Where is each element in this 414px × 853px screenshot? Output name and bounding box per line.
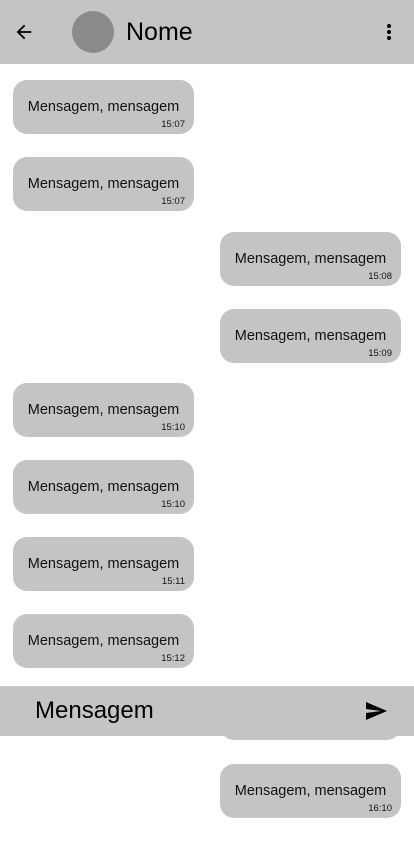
message-time: 15:10 — [161, 422, 185, 433]
message-text: Mensagem, mensagem — [27, 99, 180, 115]
more-options-button[interactable] — [376, 19, 402, 45]
message-time: 15:07 — [161, 119, 185, 130]
chat-screen: Nome Mensagem, mensagem 15:07 Mensagem, … — [0, 0, 414, 853]
message-bubble-received[interactable]: Mensagem, mensagem 15:11 — [13, 537, 194, 591]
avatar[interactable] — [72, 11, 114, 53]
send-icon — [366, 702, 387, 720]
message-bubble-received[interactable]: Mensagem, mensagem 15:07 — [13, 157, 194, 211]
message-time: 15:09 — [368, 348, 392, 359]
message-bubble-received[interactable]: Mensagem, mensagem 15:12 — [13, 614, 194, 668]
message-time: 15:10 — [161, 499, 185, 510]
message-text: Mensagem, mensagem — [234, 783, 387, 799]
arrow-left-icon — [16, 24, 32, 40]
contact-name[interactable]: Nome — [126, 17, 193, 47]
message-input[interactable]: Mensagem — [35, 696, 154, 726]
message-bubble-sent[interactable]: Mensagem, mensagem 15:08 — [220, 232, 401, 286]
send-button[interactable] — [363, 698, 389, 724]
message-text: Mensagem, mensagem — [27, 176, 180, 192]
message-text: Mensagem, mensagem — [27, 402, 180, 418]
chat-header: Nome — [0, 0, 414, 64]
more-vertical-icon — [387, 24, 391, 40]
message-text: Mensagem, mensagem — [234, 328, 387, 344]
message-text: Mensagem, mensagem — [27, 633, 180, 649]
message-text: Mensagem, mensagem — [234, 251, 387, 267]
message-composer: Mensagem — [0, 686, 414, 736]
message-time: 15:07 — [161, 196, 185, 207]
message-bubble-received[interactable]: Mensagem, mensagem 15:07 — [13, 80, 194, 134]
message-bubble-received[interactable]: Mensagem, mensagem 15:10 — [13, 460, 194, 514]
message-time: 16:10 — [368, 803, 392, 814]
message-time: 15:12 — [161, 653, 185, 664]
message-bubble-received[interactable]: Mensagem, mensagem 15:10 — [13, 383, 194, 437]
message-time: 15:08 — [368, 271, 392, 282]
message-bubble-sent[interactable]: Mensagem, mensagem 16:10 — [220, 764, 401, 818]
back-button[interactable] — [12, 20, 36, 44]
message-text: Mensagem, mensagem — [27, 556, 180, 572]
message-time: 15:11 — [161, 576, 185, 587]
message-bubble-sent[interactable]: Mensagem, mensagem 15:09 — [220, 309, 401, 363]
message-text: Mensagem, mensagem — [27, 479, 180, 495]
